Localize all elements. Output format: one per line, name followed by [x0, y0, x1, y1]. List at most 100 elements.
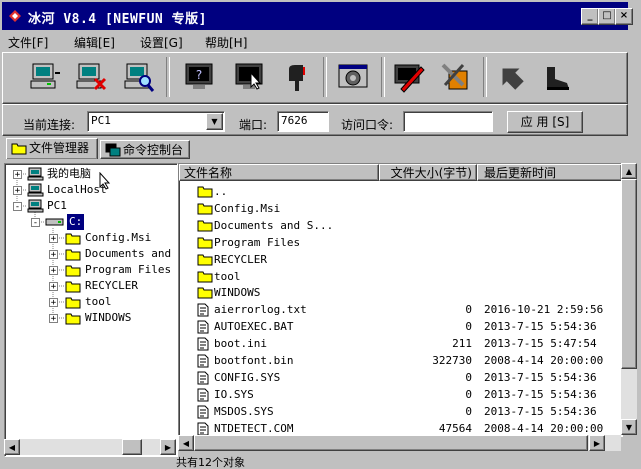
- expand-toggle[interactable]: +: [49, 282, 58, 292]
- close-button[interactable]: ×: [615, 8, 633, 25]
- file-name: Documents and S...: [214, 218, 334, 232]
- file-date: 2016-10-21 2:59:56: [484, 303, 604, 317]
- tools-button[interactable]: [435, 55, 475, 99]
- search-host-button[interactable]: [119, 55, 159, 99]
- expand-toggle[interactable]: +: [13, 170, 22, 180]
- menu-file[interactable]: 文件[F]: [8, 34, 48, 51]
- app-window: 冰河 V8.4 [NEWFUN 专版] _ □ × 文件[F] 编辑[E] 设置…: [0, 0, 641, 469]
- directory-tree[interactable]: + 我的电脑 + LocalHost - PC1 - C: + Config.M…: [4, 163, 178, 457]
- toolbar-separator: [166, 57, 170, 97]
- menu-settings[interactable]: 设置[G]: [140, 34, 183, 51]
- chevron-down-icon[interactable]: ▼: [206, 113, 223, 130]
- file-size: 0: [465, 320, 472, 334]
- screen-capture-icon: ?: [185, 63, 213, 89]
- folder-icon: [197, 271, 213, 282]
- password-input[interactable]: [403, 111, 493, 132]
- file-name: Program Files: [214, 235, 301, 249]
- folder-icon: [197, 186, 213, 198]
- tools-icon: [441, 63, 468, 90]
- folder-icon: [65, 313, 81, 325]
- scroll-thumb[interactable]: [194, 435, 588, 451]
- file-name: aierrorlog.txt: [214, 303, 307, 317]
- edit-button[interactable]: [389, 55, 429, 99]
- port-input[interactable]: 7626: [277, 111, 329, 132]
- folder-row[interactable]: Config.Msi: [179, 200, 622, 217]
- column-header-name[interactable]: 文件名称: [179, 164, 379, 181]
- folder-row[interactable]: Program Files: [179, 234, 622, 251]
- tab-command-console[interactable]: 命令控制台: [100, 140, 190, 159]
- menu-help[interactable]: 帮助[H]: [205, 34, 247, 51]
- folder-row[interactable]: Documents and S...: [179, 217, 622, 234]
- exit-button[interactable]: [537, 55, 577, 99]
- scroll-right-icon[interactable]: ▶: [589, 435, 605, 451]
- file-name: ..: [214, 185, 228, 198]
- expand-toggle[interactable]: +: [13, 186, 22, 196]
- tree-label: C:: [67, 214, 85, 230]
- password-label: 访问口令:: [341, 118, 394, 132]
- svg-text:?: ?: [196, 68, 202, 82]
- file-row[interactable]: MSDOS.SYS 0 2013-7-15 5:54:36: [179, 403, 622, 420]
- file-list-horizontal-scrollbar[interactable]: ◀ ▶: [178, 435, 621, 451]
- expand-toggle[interactable]: -: [13, 202, 22, 212]
- file-list-vertical-scrollbar[interactable]: ▲ ▼: [621, 163, 637, 435]
- minimize-button[interactable]: _: [581, 8, 599, 25]
- back-button[interactable]: [491, 55, 531, 99]
- folder-icon: [65, 265, 81, 277]
- expand-toggle[interactable]: +: [49, 266, 58, 276]
- folder-row[interactable]: WINDOWS: [179, 284, 622, 301]
- title-bar[interactable]: 冰河 V8.4 [NEWFUN 专版] _ □ ×: [2, 2, 633, 30]
- column-header-size[interactable]: 文件大小(字节): [379, 164, 477, 181]
- disconnect-button[interactable]: [71, 55, 111, 99]
- scroll-left-icon[interactable]: ◀: [4, 439, 20, 455]
- file-row[interactable]: aierrorlog.txt 0 2016-10-21 2:59:56: [179, 301, 622, 318]
- folder-row[interactable]: tool: [179, 268, 622, 285]
- screen-control-button[interactable]: [229, 55, 269, 99]
- tree-label: PC1: [47, 199, 67, 212]
- file-row[interactable]: CONFIG.SYS 0 2013-7-15 5:54:36: [179, 369, 622, 386]
- expand-toggle[interactable]: -: [31, 218, 40, 228]
- expand-toggle[interactable]: +: [49, 250, 58, 260]
- connect-button[interactable]: [25, 55, 65, 99]
- file-name: MSDOS.SYS: [214, 404, 274, 418]
- folder-row[interactable]: RECYCLER: [179, 251, 622, 268]
- config-server-icon: [338, 64, 368, 88]
- scroll-down-icon[interactable]: ▼: [621, 419, 637, 435]
- scroll-up-icon[interactable]: ▲: [621, 163, 637, 179]
- file-row[interactable]: bootfont.bin 322730 2008-4-14 20:00:00: [179, 352, 622, 369]
- file-row[interactable]: IO.SYS 0 2013-7-15 5:54:36: [179, 386, 622, 403]
- scroll-right-icon[interactable]: ▶: [160, 439, 176, 455]
- menu-edit[interactable]: 编辑[E]: [74, 34, 115, 51]
- folder-icon: [197, 254, 213, 266]
- column-header-date[interactable]: 最后更新时间: [477, 164, 622, 181]
- expand-toggle[interactable]: +: [49, 234, 58, 244]
- folder-row[interactable]: ..: [179, 183, 622, 200]
- menu-bar: 文件[F] 编辑[E] 设置[G] 帮助[H]: [2, 32, 638, 50]
- expand-toggle[interactable]: +: [49, 298, 58, 308]
- tree-label: Program Files: [85, 263, 172, 276]
- folder-icon: [65, 233, 81, 245]
- file-date: 2013-7-15 5:54:36: [484, 404, 597, 418]
- file-date: 2013-7-15 5:54:36: [484, 320, 597, 334]
- file-list[interactable]: 文件名称 文件大小(字节) 最后更新时间 .. Config.Msi Documen…: [178, 163, 623, 437]
- expand-toggle[interactable]: +: [49, 314, 58, 324]
- computer-icon: [27, 183, 44, 197]
- file-row[interactable]: AUTOEXEC.BAT 0 2013-7-15 5:54:36: [179, 318, 622, 335]
- config-server-button[interactable]: [333, 55, 373, 99]
- scroll-left-icon[interactable]: ◀: [178, 435, 194, 451]
- tree-horizontal-scrollbar[interactable]: ◀ ▶: [4, 439, 176, 455]
- mouse-cursor-icon: [99, 172, 111, 190]
- screen-capture-button[interactable]: ?: [179, 55, 219, 99]
- tab-label: 文件管理器: [29, 141, 90, 155]
- connection-bar: 当前连接: PC1 ▼ 端口: 7626 访问口令: 应 用 [S]: [2, 104, 628, 136]
- mail-button[interactable]: [277, 55, 317, 99]
- folder-icon: [65, 249, 81, 261]
- tab-file-manager[interactable]: 文件管理器: [6, 138, 98, 159]
- maximize-button[interactable]: □: [598, 8, 616, 25]
- scroll-thumb[interactable]: [621, 179, 637, 369]
- scroll-thumb[interactable]: [122, 439, 142, 455]
- computer-icon: [27, 199, 44, 213]
- tree-label: RECYCLER: [85, 279, 138, 292]
- host-combobox[interactable]: PC1 ▼: [87, 111, 225, 132]
- file-row[interactable]: boot.ini 211 2013-7-15 5:47:54: [179, 335, 622, 352]
- apply-button[interactable]: 应 用 [S]: [507, 111, 583, 133]
